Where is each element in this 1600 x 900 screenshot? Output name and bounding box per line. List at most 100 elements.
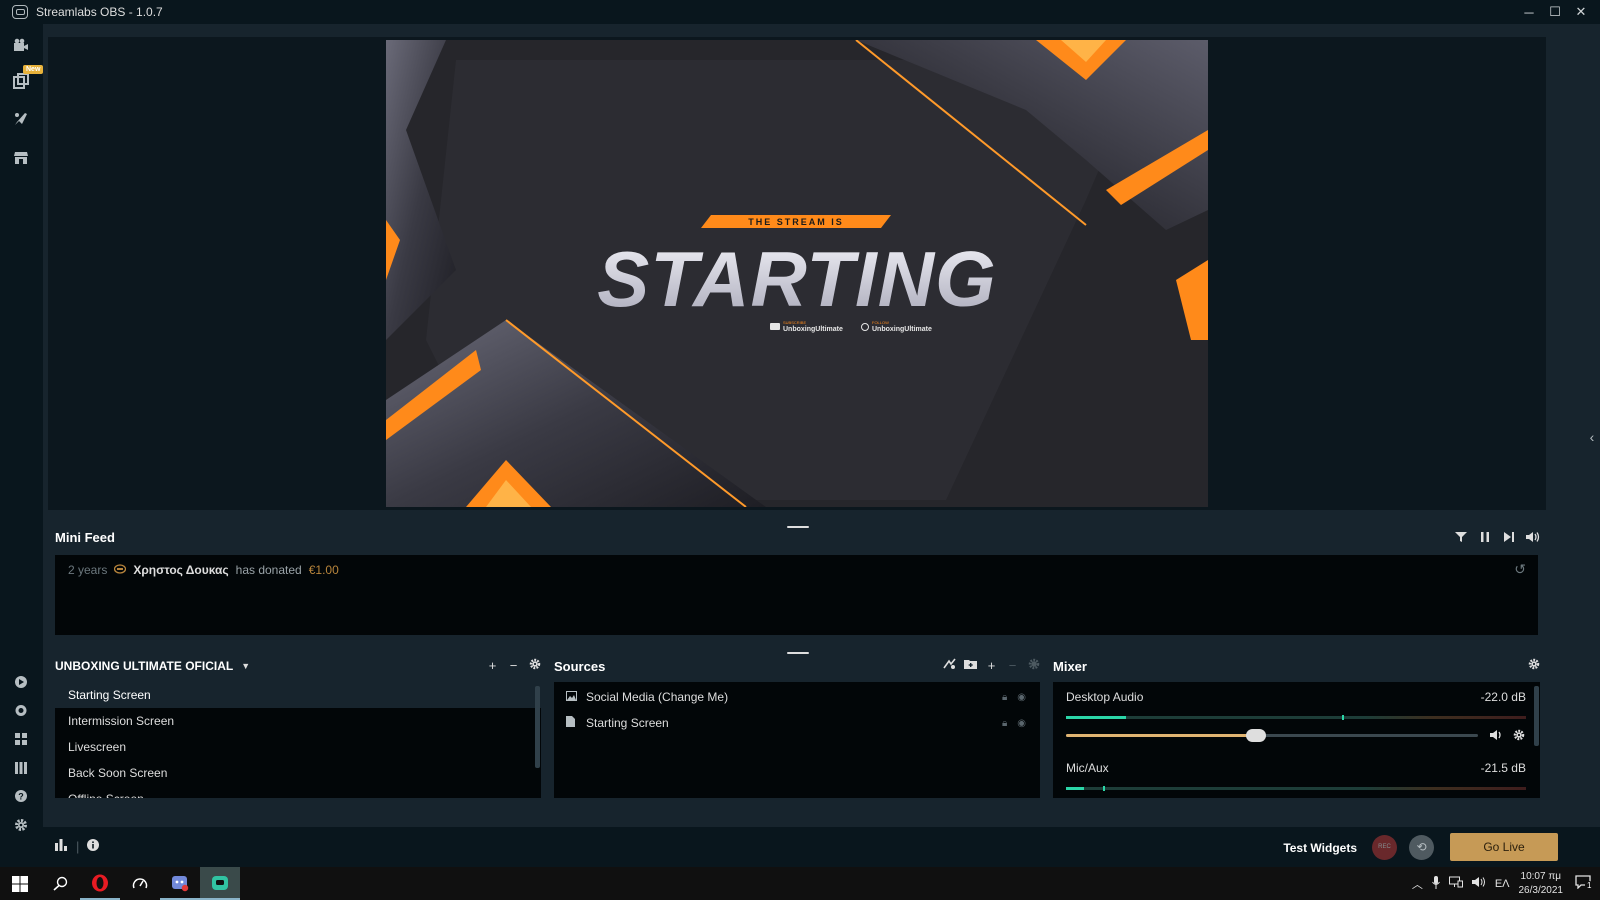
channel-name: Desktop Audio: [1066, 690, 1144, 704]
source-label: Starting Screen: [586, 716, 669, 730]
scene-item[interactable]: Offline Screen: [55, 786, 541, 798]
mini-feed-title: Mini Feed: [55, 530, 115, 545]
clock[interactable]: 10:07 πμ 26/3/2021: [1519, 870, 1564, 898]
app-store-icon[interactable]: [13, 149, 29, 165]
go-live-button[interactable]: Go Live: [1450, 833, 1558, 861]
chat-icon[interactable]: [13, 704, 29, 720]
sources-list: Social Media (Change Me) 🔒︎ ◉ Starting S…: [554, 682, 1040, 798]
dock-resize-handle[interactable]: [787, 652, 809, 654]
scenes-scrollbar[interactable]: [535, 686, 540, 768]
volume-meter: [1066, 786, 1526, 791]
skip-icon[interactable]: [1502, 531, 1516, 546]
help-icon[interactable]: ?: [13, 789, 29, 805]
mixer-channel-desktop: Desktop Audio -22.0 dB: [1066, 690, 1526, 742]
pause-icon[interactable]: [1478, 531, 1492, 546]
subscribe-handle: UnboxingUltimate: [783, 326, 843, 333]
scene-item[interactable]: Livescreen: [55, 734, 541, 760]
lock-icon[interactable]: 🔒︎: [1002, 718, 1007, 729]
scene-settings-icon[interactable]: [528, 658, 541, 673]
chevron-up-icon[interactable]: ︿: [1412, 876, 1423, 892]
filter-icon[interactable]: [1454, 531, 1468, 546]
visibility-eye-icon[interactable]: ◉: [1017, 718, 1026, 729]
volume-slider-fill: [1066, 734, 1256, 737]
repeat-alert-icon[interactable]: ↺: [1514, 561, 1526, 578]
source-item[interactable]: Social Media (Change Me) 🔒︎ ◉: [554, 684, 1040, 710]
columns-icon[interactable]: [13, 761, 29, 777]
os-taskbar: ︿ ΕΛ 10:07 πμ 26/3/2021 1: [0, 867, 1600, 900]
mixer-scrollbar[interactable]: [1534, 686, 1539, 746]
visibility-eye-icon[interactable]: ◉: [1017, 692, 1026, 703]
svg-text:?: ?: [18, 792, 24, 802]
scenes-list: Starting Screen Intermission Screen Live…: [55, 682, 541, 798]
minimize-button[interactable]: ─: [1516, 5, 1542, 20]
grid-icon[interactable]: [13, 732, 29, 748]
donation-coin-icon: [114, 563, 127, 577]
scene-item[interactable]: Intermission Screen: [55, 708, 541, 734]
close-button[interactable]: ✕: [1568, 4, 1594, 20]
record-button[interactable]: REC: [1372, 835, 1397, 860]
preview-resize-handle[interactable]: [787, 526, 809, 528]
studio-camera-icon[interactable]: [13, 37, 29, 53]
play-circle-icon[interactable]: [13, 675, 29, 691]
microphone-icon[interactable]: [1431, 875, 1440, 892]
windows-start-icon[interactable]: [0, 867, 40, 900]
speaker-icon[interactable]: [1471, 876, 1486, 891]
replay-buffer-icon[interactable]: ⟲: [1409, 835, 1434, 860]
scene-item[interactable]: Starting Screen: [55, 682, 541, 708]
info-icon[interactable]: [87, 839, 100, 854]
subscribe-icon: [770, 323, 780, 330]
scenes-panel: UNBOXING ULTIMATE OFICIAL ▼ + − Starting…: [55, 656, 541, 798]
remove-source-icon[interactable]: −: [1006, 658, 1019, 673]
discord-app-icon[interactable]: [160, 867, 200, 900]
sources-header: Sources + −: [554, 656, 1040, 676]
streamlabs-app-icon[interactable]: [200, 867, 240, 900]
add-scene-icon[interactable]: +: [486, 658, 499, 673]
layout-editor-icon[interactable]: [13, 73, 29, 89]
mute-speaker-icon[interactable]: [1490, 729, 1503, 744]
channel-name: Mic/Aux: [1066, 761, 1109, 775]
add-source-icon[interactable]: +: [985, 658, 998, 673]
opera-browser-icon[interactable]: [80, 867, 120, 900]
channel-settings-icon[interactable]: [1513, 729, 1525, 744]
source-item[interactable]: Starting Screen 🔒︎ ◉: [554, 710, 1040, 736]
sources-panel: Sources + − Social Media (Change Me) 🔒︎ …: [554, 656, 1040, 798]
add-folder-icon[interactable]: [964, 658, 977, 673]
banner-small-text: THE STREAM IS: [748, 217, 844, 227]
lock-icon[interactable]: 🔒︎: [1002, 692, 1007, 703]
search-icon[interactable]: [40, 867, 80, 900]
settings-gear-icon[interactable]: [13, 818, 29, 834]
chevron-down-icon[interactable]: ▼: [241, 661, 250, 671]
performance-stats-icon[interactable]: [55, 839, 68, 854]
source-link-icon[interactable]: [943, 658, 956, 673]
follow-handle: UnboxingUltimate: [872, 326, 932, 333]
speedometer-app-icon[interactable]: [120, 867, 160, 900]
mixer-settings-icon[interactable]: [1527, 658, 1540, 673]
streamlabs-logo-icon: [12, 5, 28, 19]
chevron-left-icon[interactable]: ‹: [1584, 429, 1600, 445]
mini-feed-header: Mini Feed: [55, 530, 1540, 545]
mixer-panel: Mixer Desktop Audio -22.0 dB Mic/Aux -21…: [1053, 656, 1540, 798]
test-widgets-button[interactable]: Test Widgets: [1283, 841, 1357, 855]
themes-brush-icon[interactable]: [13, 111, 29, 127]
meter-level: [1066, 716, 1126, 719]
stream-preview-canvas[interactable]: THE STREAM IS STARTING SUBSCRIBE Unboxin…: [386, 40, 1208, 507]
meter-peak: [1102, 786, 1105, 791]
remove-scene-icon[interactable]: −: [507, 658, 520, 673]
notifications-icon[interactable]: 1: [1575, 875, 1594, 892]
maximize-button[interactable]: ☐: [1542, 4, 1568, 20]
channel-db: -21.5 dB: [1480, 761, 1526, 775]
volume-slider-knob[interactable]: [1245, 729, 1266, 742]
volume-slider[interactable]: [1066, 729, 1478, 742]
mini-feed-list: 2 years Χρηστος Δουκας has donated €1.00…: [55, 555, 1538, 635]
subscribe-label: SUBSCRIBE: [783, 320, 806, 325]
notification-count: 1: [1585, 881, 1594, 890]
scene-item[interactable]: Back Soon Screen: [55, 760, 541, 786]
system-tray: ︿ ΕΛ 10:07 πμ 26/3/2021 1: [1412, 867, 1600, 900]
network-icon[interactable]: [1448, 876, 1463, 891]
language-indicator[interactable]: ΕΛ: [1495, 878, 1510, 890]
feed-action: has donated: [235, 563, 302, 577]
source-settings-icon[interactable]: [1027, 658, 1040, 673]
scene-collection-name[interactable]: UNBOXING ULTIMATE OFICIAL: [55, 659, 233, 673]
preview-area: THE STREAM IS STARTING SUBSCRIBE Unboxin…: [48, 37, 1546, 510]
volume-icon[interactable]: [1526, 531, 1540, 546]
